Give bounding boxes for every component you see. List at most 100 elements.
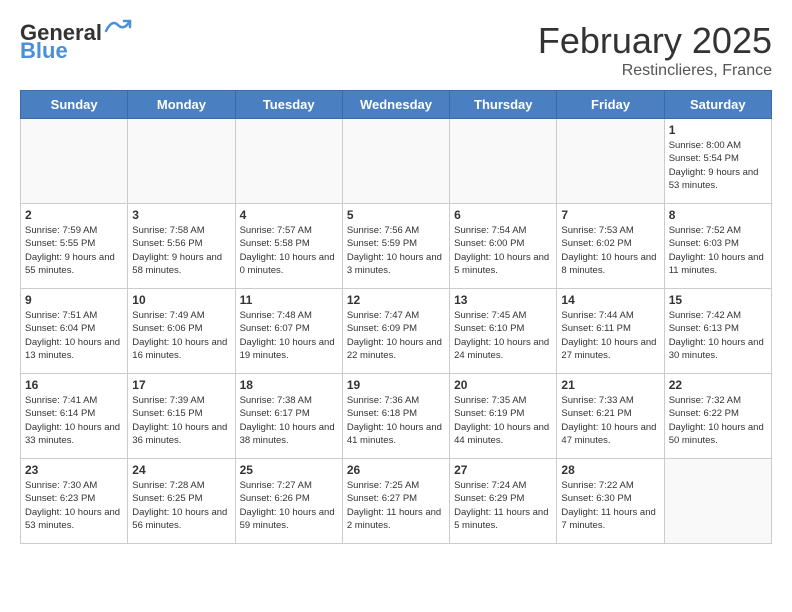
calendar-cell xyxy=(664,459,771,544)
page-header: General Blue February 2025 Restinclieres… xyxy=(20,20,772,80)
logo-bird-icon xyxy=(104,17,132,35)
calendar-cell: 13 Sunrise: 7:45 AM Sunset: 6:10 PM Dayli… xyxy=(450,289,557,374)
day-number: 9 xyxy=(25,293,123,307)
day-number: 1 xyxy=(669,123,767,137)
day-info: Sunrise: 8:00 AM Sunset: 5:54 PM Dayligh… xyxy=(669,139,767,192)
calendar-cell: 1 Sunrise: 8:00 AM Sunset: 5:54 PM Daylig… xyxy=(664,119,771,204)
calendar-cell: 12 Sunrise: 7:47 AM Sunset: 6:09 PM Dayli… xyxy=(342,289,449,374)
day-info: Sunrise: 7:39 AM Sunset: 6:15 PM Dayligh… xyxy=(132,394,230,447)
calendar-week-5: 23Sunrise: 7:30 AM Sunset: 6:23 PM Dayli… xyxy=(21,459,772,544)
calendar-cell: 25 Sunrise: 7:27 AM Sunset: 6:26 PM Dayli… xyxy=(235,459,342,544)
calendar-cell: 24Sunrise: 7:28 AM Sunset: 6:25 PM Dayli… xyxy=(128,459,235,544)
logo-blue-text: Blue xyxy=(20,38,68,64)
day-info: Sunrise: 7:24 AM Sunset: 6:29 PM Dayligh… xyxy=(454,479,552,532)
day-info: Sunrise: 7:49 AM Sunset: 6:06 PM Dayligh… xyxy=(132,309,230,362)
weekday-header-tuesday: Tuesday xyxy=(235,91,342,119)
calendar-cell xyxy=(235,119,342,204)
day-info: Sunrise: 7:32 AM Sunset: 6:22 PM Dayligh… xyxy=(669,394,767,447)
calendar-cell xyxy=(557,119,664,204)
day-number: 19 xyxy=(347,378,445,392)
day-info: Sunrise: 7:27 AM Sunset: 6:26 PM Dayligh… xyxy=(240,479,338,532)
calendar-cell: 4 Sunrise: 7:57 AM Sunset: 5:58 PM Daylig… xyxy=(235,204,342,289)
day-info: Sunrise: 7:52 AM Sunset: 6:03 PM Dayligh… xyxy=(669,224,767,277)
calendar-week-2: 2Sunrise: 7:59 AM Sunset: 5:55 PM Daylig… xyxy=(21,204,772,289)
day-info: Sunrise: 7:59 AM Sunset: 5:55 PM Dayligh… xyxy=(25,224,123,277)
calendar-cell: 19 Sunrise: 7:36 AM Sunset: 6:18 PM Dayli… xyxy=(342,374,449,459)
day-number: 15 xyxy=(669,293,767,307)
day-number: 13 xyxy=(454,293,552,307)
calendar-cell xyxy=(342,119,449,204)
day-info: Sunrise: 7:22 AM Sunset: 6:30 PM Dayligh… xyxy=(561,479,659,532)
day-number: 11 xyxy=(240,293,338,307)
calendar-cell: 16 Sunrise: 7:41 AM Sunset: 6:14 PM Dayli… xyxy=(21,374,128,459)
day-info: Sunrise: 7:38 AM Sunset: 6:17 PM Dayligh… xyxy=(240,394,338,447)
calendar-cell: 26Sunrise: 7:25 AM Sunset: 6:27 PM Dayli… xyxy=(342,459,449,544)
day-info: Sunrise: 7:33 AM Sunset: 6:21 PM Dayligh… xyxy=(561,394,659,447)
calendar-cell: 28 Sunrise: 7:22 AM Sunset: 6:30 PM Dayli… xyxy=(557,459,664,544)
calendar-cell xyxy=(128,119,235,204)
day-info: Sunrise: 7:42 AM Sunset: 6:13 PM Dayligh… xyxy=(669,309,767,362)
calendar-cell: 15 Sunrise: 7:42 AM Sunset: 6:13 PM Dayli… xyxy=(664,289,771,374)
calendar-cell: 22 Sunrise: 7:32 AM Sunset: 6:22 PM Dayli… xyxy=(664,374,771,459)
day-number: 4 xyxy=(240,208,338,222)
day-info: Sunrise: 7:57 AM Sunset: 5:58 PM Dayligh… xyxy=(240,224,338,277)
day-number: 23 xyxy=(25,463,123,477)
calendar-cell: 17 Sunrise: 7:39 AM Sunset: 6:15 PM Dayli… xyxy=(128,374,235,459)
day-number: 12 xyxy=(347,293,445,307)
logo: General Blue xyxy=(20,20,132,64)
day-number: 8 xyxy=(669,208,767,222)
day-info: Sunrise: 7:25 AM Sunset: 6:27 PM Dayligh… xyxy=(347,479,445,532)
calendar-cell: 5Sunrise: 7:56 AM Sunset: 5:59 PM Daylig… xyxy=(342,204,449,289)
day-number: 24 xyxy=(132,463,230,477)
day-number: 28 xyxy=(561,463,659,477)
calendar-cell: 27 Sunrise: 7:24 AM Sunset: 6:29 PM Dayli… xyxy=(450,459,557,544)
calendar-cell: 21 Sunrise: 7:33 AM Sunset: 6:21 PM Dayli… xyxy=(557,374,664,459)
month-title: February 2025 xyxy=(538,20,772,62)
day-number: 10 xyxy=(132,293,230,307)
calendar-cell: 9 Sunrise: 7:51 AM Sunset: 6:04 PM Daylig… xyxy=(21,289,128,374)
day-info: Sunrise: 7:44 AM Sunset: 6:11 PM Dayligh… xyxy=(561,309,659,362)
calendar-cell: 6Sunrise: 7:54 AM Sunset: 6:00 PM Daylig… xyxy=(450,204,557,289)
calendar-week-4: 16 Sunrise: 7:41 AM Sunset: 6:14 PM Dayli… xyxy=(21,374,772,459)
day-info: Sunrise: 7:41 AM Sunset: 6:14 PM Dayligh… xyxy=(25,394,123,447)
calendar-cell: 8 Sunrise: 7:52 AM Sunset: 6:03 PM Daylig… xyxy=(664,204,771,289)
calendar-cell: 20Sunrise: 7:35 AM Sunset: 6:19 PM Dayli… xyxy=(450,374,557,459)
day-number: 27 xyxy=(454,463,552,477)
calendar-cell xyxy=(450,119,557,204)
calendar-week-1: 1 Sunrise: 8:00 AM Sunset: 5:54 PM Daylig… xyxy=(21,119,772,204)
day-info: Sunrise: 7:54 AM Sunset: 6:00 PM Dayligh… xyxy=(454,224,552,277)
calendar-cell xyxy=(21,119,128,204)
day-number: 16 xyxy=(25,378,123,392)
day-info: Sunrise: 7:35 AM Sunset: 6:19 PM Dayligh… xyxy=(454,394,552,447)
day-info: Sunrise: 7:56 AM Sunset: 5:59 PM Dayligh… xyxy=(347,224,445,277)
day-info: Sunrise: 7:47 AM Sunset: 6:09 PM Dayligh… xyxy=(347,309,445,362)
calendar-cell: 2Sunrise: 7:59 AM Sunset: 5:55 PM Daylig… xyxy=(21,204,128,289)
day-number: 17 xyxy=(132,378,230,392)
weekday-header-thursday: Thursday xyxy=(450,91,557,119)
calendar-week-3: 9 Sunrise: 7:51 AM Sunset: 6:04 PM Daylig… xyxy=(21,289,772,374)
day-number: 14 xyxy=(561,293,659,307)
calendar-cell: 18 Sunrise: 7:38 AM Sunset: 6:17 PM Dayli… xyxy=(235,374,342,459)
day-info: Sunrise: 7:51 AM Sunset: 6:04 PM Dayligh… xyxy=(25,309,123,362)
calendar-cell: 3 Sunrise: 7:58 AM Sunset: 5:56 PM Daylig… xyxy=(128,204,235,289)
day-number: 21 xyxy=(561,378,659,392)
calendar-cell: 23Sunrise: 7:30 AM Sunset: 6:23 PM Dayli… xyxy=(21,459,128,544)
day-info: Sunrise: 7:58 AM Sunset: 5:56 PM Dayligh… xyxy=(132,224,230,277)
day-number: 7 xyxy=(561,208,659,222)
title-block: February 2025 Restinclieres, France xyxy=(538,20,772,80)
calendar-cell: 10 Sunrise: 7:49 AM Sunset: 6:06 PM Dayli… xyxy=(128,289,235,374)
day-number: 25 xyxy=(240,463,338,477)
day-number: 3 xyxy=(132,208,230,222)
day-info: Sunrise: 7:53 AM Sunset: 6:02 PM Dayligh… xyxy=(561,224,659,277)
weekday-header-wednesday: Wednesday xyxy=(342,91,449,119)
weekday-header-sunday: Sunday xyxy=(21,91,128,119)
calendar-cell: 11 Sunrise: 7:48 AM Sunset: 6:07 PM Dayli… xyxy=(235,289,342,374)
day-number: 22 xyxy=(669,378,767,392)
location-text: Restinclieres, France xyxy=(538,62,772,80)
weekday-header-saturday: Saturday xyxy=(664,91,771,119)
day-info: Sunrise: 7:45 AM Sunset: 6:10 PM Dayligh… xyxy=(454,309,552,362)
day-info: Sunrise: 7:36 AM Sunset: 6:18 PM Dayligh… xyxy=(347,394,445,447)
day-info: Sunrise: 7:48 AM Sunset: 6:07 PM Dayligh… xyxy=(240,309,338,362)
weekday-header-friday: Friday xyxy=(557,91,664,119)
day-number: 18 xyxy=(240,378,338,392)
